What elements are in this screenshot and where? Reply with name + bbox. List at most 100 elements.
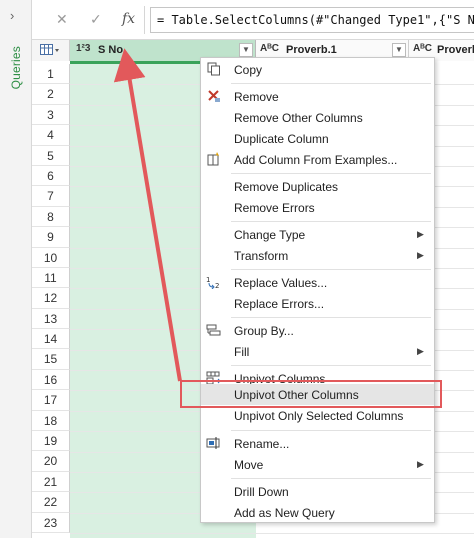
row-number[interactable]: 14 [32, 329, 70, 350]
menu-separator [231, 221, 431, 222]
submenu-arrow-icon: ▶ [417, 459, 424, 469]
whole-number-type-icon[interactable]: 1²3 [76, 43, 90, 54]
row-number[interactable]: 9 [32, 227, 70, 248]
menu-item-replace-errors[interactable]: Replace Errors... [201, 293, 434, 314]
menu-separator [231, 478, 431, 479]
menu-item-copy[interactable]: Copy [201, 59, 434, 80]
rename-icon [205, 436, 223, 451]
table-icon [40, 44, 59, 55]
text-type-icon[interactable]: AᴮC [260, 43, 279, 54]
row-number[interactable]: 5 [32, 145, 70, 166]
menu-item-drill-down[interactable]: Drill Down [201, 481, 434, 502]
menu-item-add-as-new-query[interactable]: Add as New Query [201, 502, 434, 523]
queries-pane-label[interactable]: Queries [9, 46, 23, 89]
formula-bar: ✕ ✓ fx = Table.SelectColumns(#"Changed T… [32, 0, 474, 40]
menu-item-transform[interactable]: Transform ▶ [201, 245, 434, 266]
menu-item-label: Rename... [234, 437, 290, 451]
menu-item-label: Remove Errors [234, 201, 315, 215]
column-filter-dropdown-icon[interactable]: ▼ [239, 43, 253, 57]
menu-item-remove-other-columns[interactable]: Remove Other Columns [201, 107, 434, 128]
menu-item-label: Move [234, 458, 264, 472]
menu-separator [231, 173, 431, 174]
row-number[interactable]: 16 [32, 369, 70, 391]
column-context-menu: Copy Remove Remove Other Columns Duplica… [200, 57, 435, 523]
formula-bar-divider [144, 6, 145, 34]
menu-item-label: Group By... [234, 324, 294, 338]
row-number[interactable]: 18 [32, 410, 70, 432]
row-number[interactable]: 4 [32, 125, 70, 146]
add-column-examples-icon [205, 152, 223, 167]
annotation-highlight-box [180, 380, 442, 408]
menu-item-remove[interactable]: Remove [201, 86, 434, 107]
menu-separator [231, 83, 431, 84]
menu-separator [231, 365, 431, 366]
menu-item-group-by[interactable]: Group By... [201, 320, 434, 341]
remove-icon [205, 89, 223, 104]
menu-item-add-column-from-examples[interactable]: Add Column From Examples... [201, 149, 434, 170]
menu-item-unpivot-only-selected-columns[interactable]: Unpivot Only Selected Columns [201, 405, 434, 426]
row-number[interactable]: 21 [32, 471, 70, 493]
menu-item-label: Drill Down [234, 485, 289, 499]
row-number[interactable]: 1 [32, 64, 70, 85]
submenu-arrow-icon: ▶ [417, 250, 424, 260]
menu-item-change-type[interactable]: Change Type ▶ [201, 224, 434, 245]
menu-item-fill[interactable]: Fill ▶ [201, 341, 434, 362]
row-number[interactable]: 20 [32, 451, 70, 472]
menu-item-remove-duplicates[interactable]: Remove Duplicates [201, 176, 434, 197]
expand-chevron-icon[interactable]: › [10, 8, 14, 23]
menu-separator [231, 317, 431, 318]
confirm-icon[interactable]: ✓ [90, 11, 102, 28]
menu-item-label: Unpivot Only Selected Columns [234, 409, 404, 423]
replace-values-icon: 12 [205, 275, 223, 290]
menu-item-label: Duplicate Column [234, 132, 329, 146]
menu-separator [231, 430, 431, 431]
row-number[interactable]: 23 [32, 512, 70, 533]
row-number[interactable]: 2 [32, 84, 70, 105]
submenu-arrow-icon: ▶ [417, 229, 424, 239]
column-filter-dropdown-icon[interactable]: ▼ [392, 43, 406, 57]
queries-pane: › Queries [0, 0, 32, 538]
menu-item-label: Transform [234, 249, 289, 263]
svg-text:1: 1 [206, 276, 210, 284]
row-number[interactable]: 10 [32, 247, 70, 268]
column-header-label: Proverb.1 [286, 44, 337, 56]
menu-item-move[interactable]: Move ▶ [201, 454, 434, 475]
row-number[interactable]: 3 [32, 104, 70, 126]
column-header-label: Proverb.2 [437, 44, 474, 56]
fx-icon[interactable]: fx [122, 11, 135, 27]
svg-text:2: 2 [215, 282, 219, 289]
row-number[interactable]: 22 [32, 492, 70, 513]
group-by-icon [205, 323, 223, 338]
menu-item-label: Add as New Query [234, 506, 335, 520]
submenu-arrow-icon: ▶ [417, 346, 424, 356]
row-number[interactable]: 8 [32, 206, 70, 228]
menu-item-label: Replace Errors... [234, 297, 325, 311]
cancel-icon[interactable]: ✕ [56, 11, 68, 28]
row-number[interactable]: 15 [32, 349, 70, 370]
row-number[interactable]: 13 [32, 308, 70, 330]
row-number[interactable]: 17 [32, 390, 70, 411]
menu-item-label: Fill [234, 345, 250, 359]
table-menu-button[interactable] [32, 40, 70, 61]
menu-separator [231, 269, 431, 270]
text-type-icon[interactable]: AᴮC [413, 43, 432, 54]
menu-item-label: Add Column From Examples... [234, 153, 398, 167]
row-number[interactable]: 12 [32, 288, 70, 309]
menu-item-label: Remove [234, 90, 279, 104]
menu-item-label: Remove Duplicates [234, 180, 339, 194]
menu-item-label: Remove Other Columns [234, 111, 363, 125]
menu-item-label: Copy [234, 63, 263, 77]
grid-line [70, 533, 474, 535]
row-number[interactable]: 6 [32, 165, 70, 187]
menu-item-rename[interactable]: Rename... [201, 433, 434, 454]
row-number-column: 1 2 3 4 5 6 7 8 9 10 11 12 13 14 15 16 17 18 19 20 21 22 23 [32, 64, 70, 533]
menu-item-label: Replace Values... [234, 276, 328, 290]
menu-item-remove-errors[interactable]: Remove Errors [201, 197, 434, 218]
row-number[interactable]: 19 [32, 431, 70, 452]
menu-item-replace-values[interactable]: 12 Replace Values... [201, 272, 434, 293]
column-header-label: S No. [98, 44, 127, 56]
menu-item-duplicate-column[interactable]: Duplicate Column [201, 128, 434, 149]
formula-input[interactable]: = Table.SelectColumns(#"Changed Type1",{… [150, 7, 474, 33]
row-number[interactable]: 7 [32, 186, 70, 207]
row-number[interactable]: 11 [32, 267, 70, 289]
